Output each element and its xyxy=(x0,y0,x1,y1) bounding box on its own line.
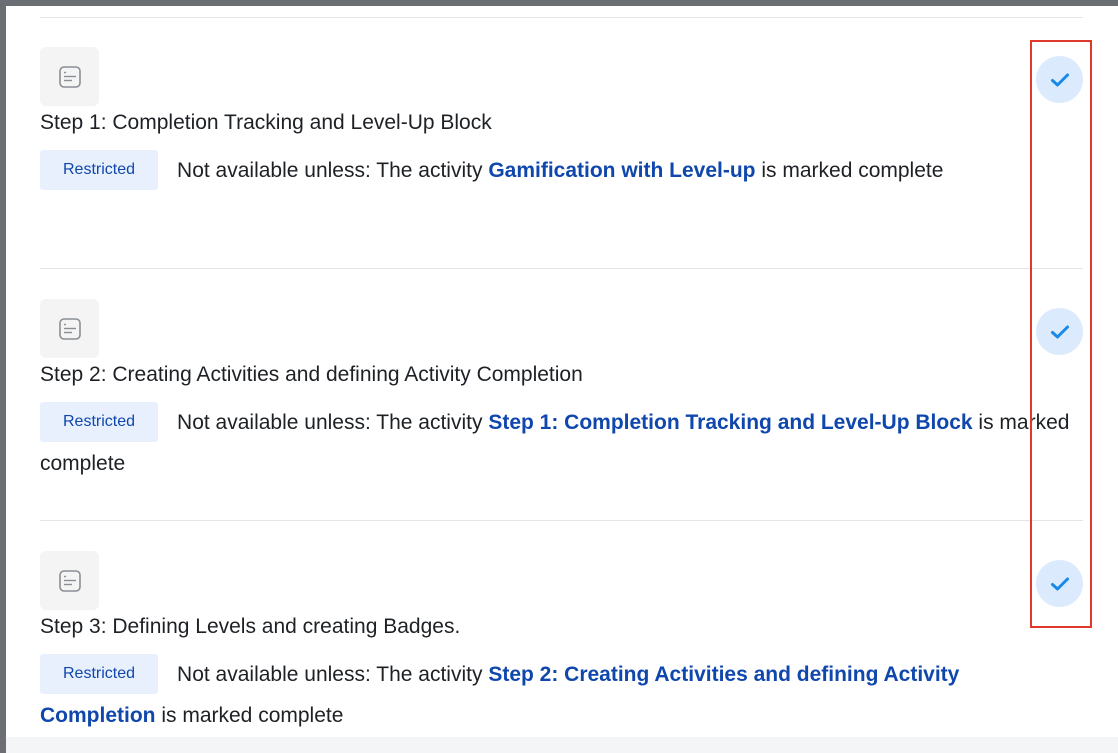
activity-title[interactable]: Step 2: Creating Activities and defining… xyxy=(40,363,583,387)
highlight-annotation xyxy=(1030,40,1092,628)
activity-item: Step 3: Defining Levels and creating Bad… xyxy=(40,551,1083,741)
divider xyxy=(40,17,1083,18)
page-icon xyxy=(40,551,99,610)
activity-title[interactable]: Step 3: Defining Levels and creating Bad… xyxy=(40,615,460,639)
restriction-activity-link[interactable]: Gamification with Level-up xyxy=(488,159,755,182)
restriction-info: Restricted Not available unless: The acti… xyxy=(40,150,1032,191)
restricted-badge: Restricted xyxy=(40,654,159,694)
page-icon xyxy=(40,299,99,358)
page-icon xyxy=(40,47,99,106)
activity-item: Step 2: Creating Activities and defining… xyxy=(40,299,1083,489)
restricted-badge: Restricted xyxy=(40,150,159,190)
restricted-badge: Restricted xyxy=(40,402,159,442)
window-frame-top xyxy=(0,0,1118,6)
divider xyxy=(40,520,1083,521)
activity-title[interactable]: Step 1: Completion Tracking and Level-Up… xyxy=(40,111,492,135)
restriction-info: Restricted Not available unless: The acti… xyxy=(40,402,1080,484)
activity-item: Step 1: Completion Tracking and Level-Up… xyxy=(40,47,1083,237)
restriction-activity-link[interactable]: Step 1: Completion Tracking and Level-Up… xyxy=(488,411,972,434)
restriction-prefix: Not available unless: The activity xyxy=(177,411,489,434)
restriction-info: Restricted Not available unless: The acti… xyxy=(40,654,1032,736)
bottom-bar xyxy=(6,737,1118,753)
divider xyxy=(40,268,1083,269)
restriction-suffix: is marked complete xyxy=(155,704,344,727)
restriction-prefix: Not available unless: The activity xyxy=(177,159,489,182)
restriction-prefix: Not available unless: The activity xyxy=(177,663,489,686)
restriction-suffix: is marked complete xyxy=(755,159,944,182)
window-frame-left xyxy=(0,0,6,753)
